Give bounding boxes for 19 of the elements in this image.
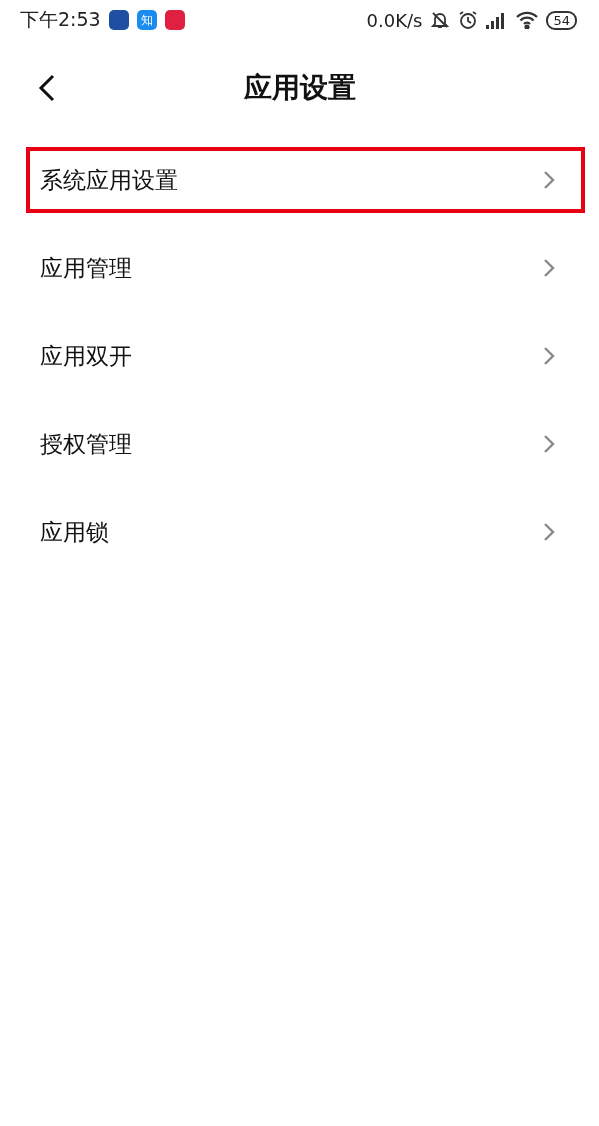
settings-item[interactable]: 应用锁 — [26, 499, 585, 565]
chevron-icon — [543, 170, 555, 190]
bell-off-icon — [430, 10, 451, 30]
alarm-clock-icon — [458, 10, 479, 30]
page-title: 应用设置 — [243, 70, 356, 106]
status-time: 下午2:53 — [20, 7, 101, 32]
chevron-icon — [543, 258, 555, 278]
settings-item[interactable]: 应用双开 — [26, 323, 585, 389]
settings-item[interactable]: 授权管理 — [26, 411, 585, 477]
chevron-icon — [543, 346, 555, 366]
back-icon[interactable] — [38, 74, 56, 102]
wifi-icon — [516, 11, 539, 29]
chevron-icon — [543, 434, 555, 454]
chevron-icon — [543, 522, 555, 542]
app-notification-icon: 知 — [136, 10, 157, 30]
settings-item[interactable]: 系统应用设置 — [26, 147, 585, 213]
settings-item[interactable]: 应用管理 — [26, 235, 585, 301]
battery-level: 54 — [546, 10, 577, 30]
network-speed: 0.0K/s — [366, 9, 423, 31]
